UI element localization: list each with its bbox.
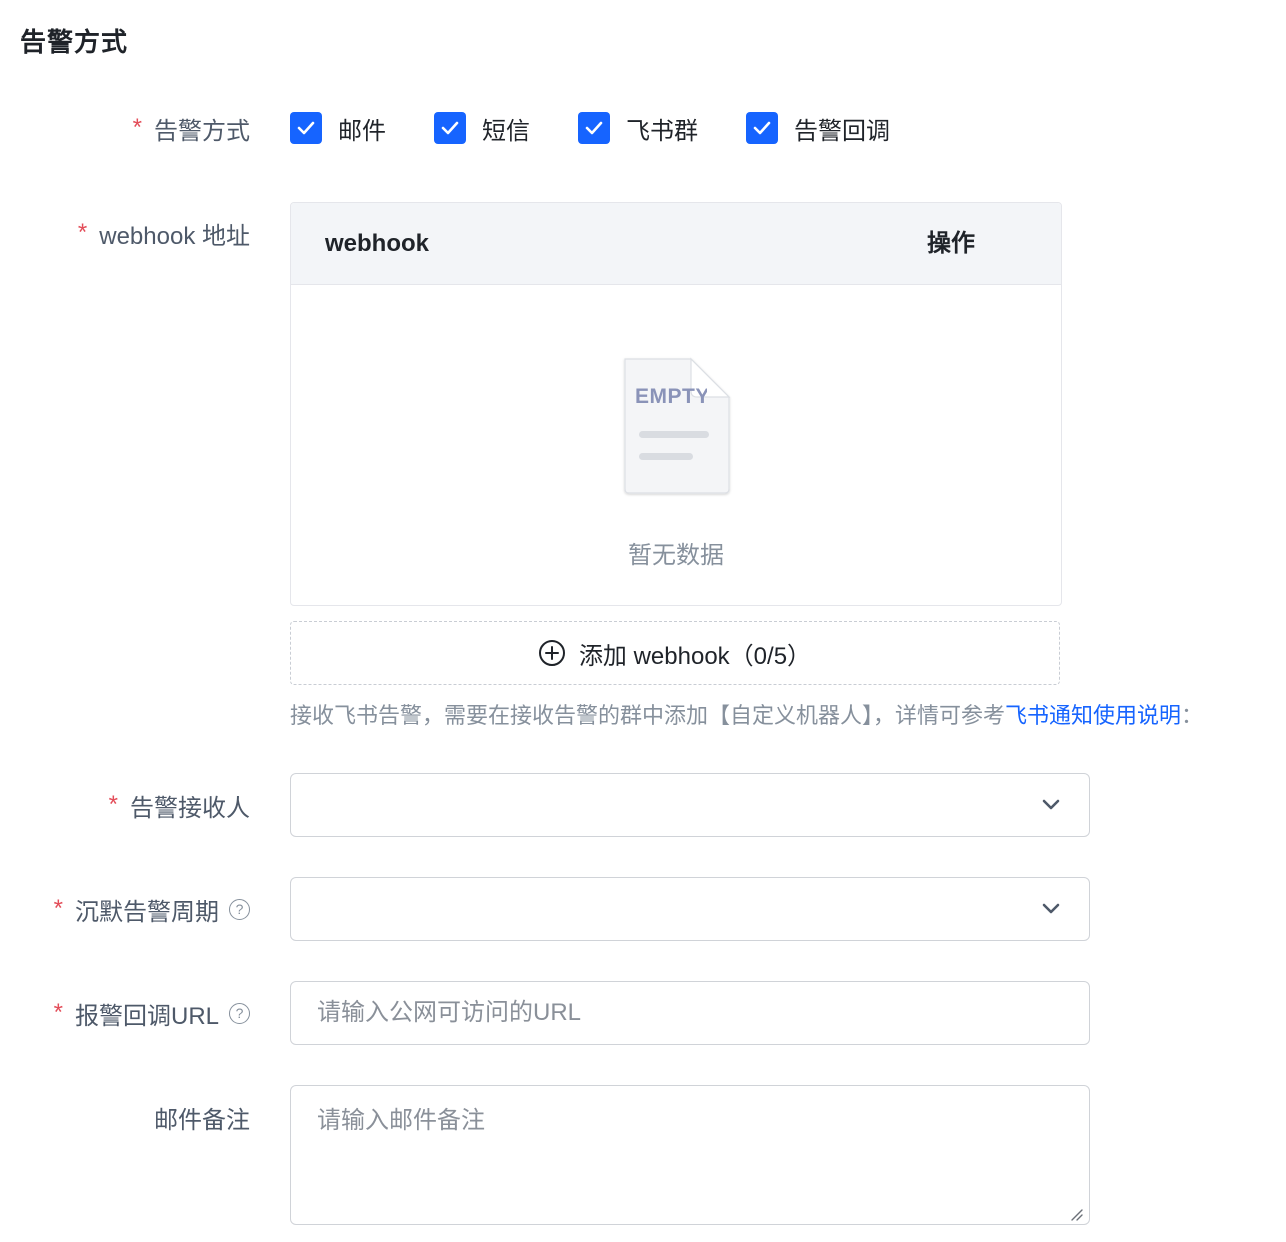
callback-url-label-text: 报警回调URL [74,1002,219,1030]
checkbox-email-label: 邮件 [338,117,386,145]
checkmark-icon [290,112,322,144]
table-header: webhook 操作 [291,203,1061,285]
checkmark-icon [746,112,778,144]
silence-period-select[interactable] [290,877,1090,941]
resize-handle-icon[interactable] [1068,1206,1084,1227]
webhook-label-text: webhook 地址 [99,222,250,250]
checkbox-feishu-group[interactable]: 飞书群 [578,111,698,146]
silence-period-label: * 沉默告警周期 ? [54,892,250,926]
receivers-label-text: 告警接收人 [130,794,250,822]
checkbox-alert-callback[interactable]: 告警回调 [746,111,890,146]
empty-text: 暂无数据 [628,542,724,569]
chevron-down-icon [1041,794,1061,819]
question-circle-icon[interactable]: ? [229,1002,250,1024]
webhook-hint: 接收飞书告警，需要在接收告警的群中添加【自定义机器人】，详情可参考飞书通知使用说… [290,698,1286,730]
required-asterisk: * [53,999,63,1026]
webhook-table: webhook 操作 EMPTY 暂无数据 [290,202,1062,606]
checkbox-alert-callback-label: 告警回调 [794,117,890,145]
callback-url-input[interactable] [290,981,1090,1045]
email-note-label: 邮件备注 [154,1100,250,1134]
feishu-notification-guide-link[interactable]: 飞书通知使用说明 [1005,703,1181,728]
silence-period-label-text: 沉默告警周期 [75,898,219,926]
email-note-textarea[interactable] [290,1085,1090,1225]
webhook-hint-text: 接收飞书告警，需要在接收告警的群中添加【自定义机器人】，详情可参考 [290,703,1006,728]
required-asterisk: * [77,219,88,246]
webhook-hint-trailing: ： [1181,703,1204,728]
question-circle-icon[interactable]: ? [229,898,250,920]
checkmark-icon [578,112,610,144]
email-note-label-text: 邮件备注 [154,1106,250,1134]
checkbox-feishu-group-label: 飞书群 [626,117,698,145]
checkbox-sms[interactable]: 短信 [434,111,530,146]
add-webhook-label: 添加 webhook（0/5） [578,642,812,670]
section-title: 告警方式 [20,27,129,57]
add-webhook-button[interactable]: 添加 webhook（0/5） [290,621,1060,685]
receivers-select[interactable] [290,773,1090,837]
checkmark-icon [434,112,466,144]
callback-url-label: * 报警回调URL ? [54,996,250,1030]
required-asterisk: * [53,895,63,922]
plus-circle-icon [538,640,565,666]
empty-icon-text: EMPTY [635,385,707,408]
column-header-actions: 操作 [927,230,975,257]
alert-method-checkbox-group: 邮件 短信 飞书群 告警回调 [290,111,938,145]
receivers-label: * 告警接收人 [109,788,250,822]
alert-method-label-text: 告警方式 [154,117,250,145]
empty-document-icon: EMPTY [621,355,733,502]
required-asterisk: * [108,791,118,818]
column-header-webhook: webhook [325,230,430,257]
checkbox-sms-label: 短信 [482,117,530,145]
webhook-label: * webhook 地址 [78,216,250,250]
required-asterisk: * [132,114,142,141]
checkbox-email[interactable]: 邮件 [290,111,386,146]
table-body-empty: EMPTY 暂无数据 [291,285,1061,605]
alert-method-label: * 告警方式 [133,111,250,145]
chevron-down-icon [1041,898,1061,923]
